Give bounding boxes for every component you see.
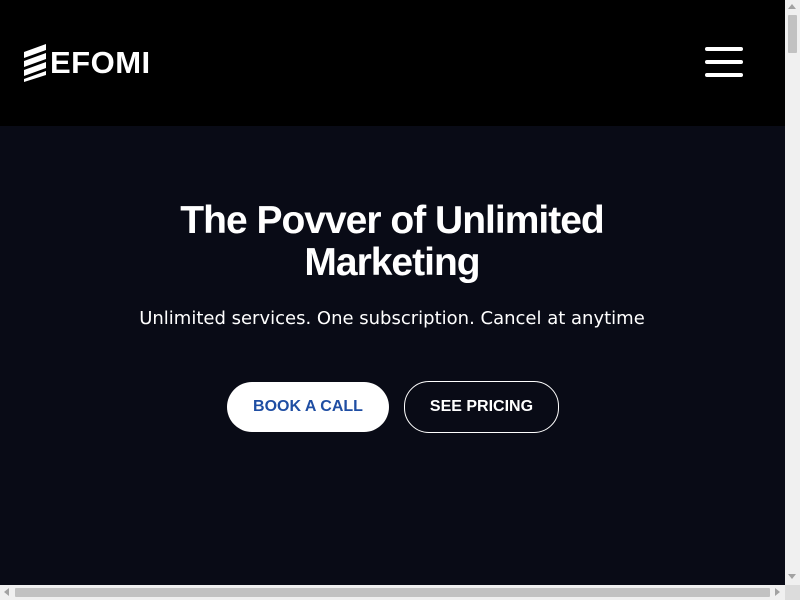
book-a-call-button[interactable]: BOOK A CALL [227, 382, 389, 432]
hero-title: The Povver of Unlimited Marketing [92, 200, 692, 284]
menu-bar [705, 47, 743, 51]
vertical-scrollbar[interactable] [785, 0, 800, 585]
horizontal-scroll-thumb[interactable] [15, 588, 770, 597]
vertical-scroll-thumb[interactable] [788, 15, 797, 53]
hero-title-line-2: Marketing [304, 241, 480, 284]
arrow-left-icon[interactable] [4, 588, 9, 596]
hero-subtitle: Unlimited services. One subscription. Ca… [139, 308, 645, 329]
scrollbar-corner [785, 585, 800, 600]
hamburger-menu-icon[interactable] [704, 44, 744, 80]
menu-bar [705, 60, 743, 64]
stacked-bars-logo-icon [24, 44, 46, 82]
arrow-down-icon[interactable] [788, 574, 796, 579]
logo-text: EFOMI [50, 45, 151, 80]
hero-title-line-1: The Povver of Unlimited [180, 199, 604, 242]
arrow-up-icon[interactable] [788, 4, 796, 9]
hero-section: The Povver of Unlimited Marketing Unlimi… [0, 126, 785, 585]
see-pricing-button[interactable]: SEE PRICING [404, 381, 559, 433]
site-header: EFOMI [0, 0, 785, 126]
menu-bar [705, 73, 743, 77]
horizontal-scrollbar[interactable] [0, 585, 785, 600]
arrow-right-icon[interactable] [775, 588, 780, 596]
site-logo[interactable]: EFOMI [24, 43, 151, 83]
